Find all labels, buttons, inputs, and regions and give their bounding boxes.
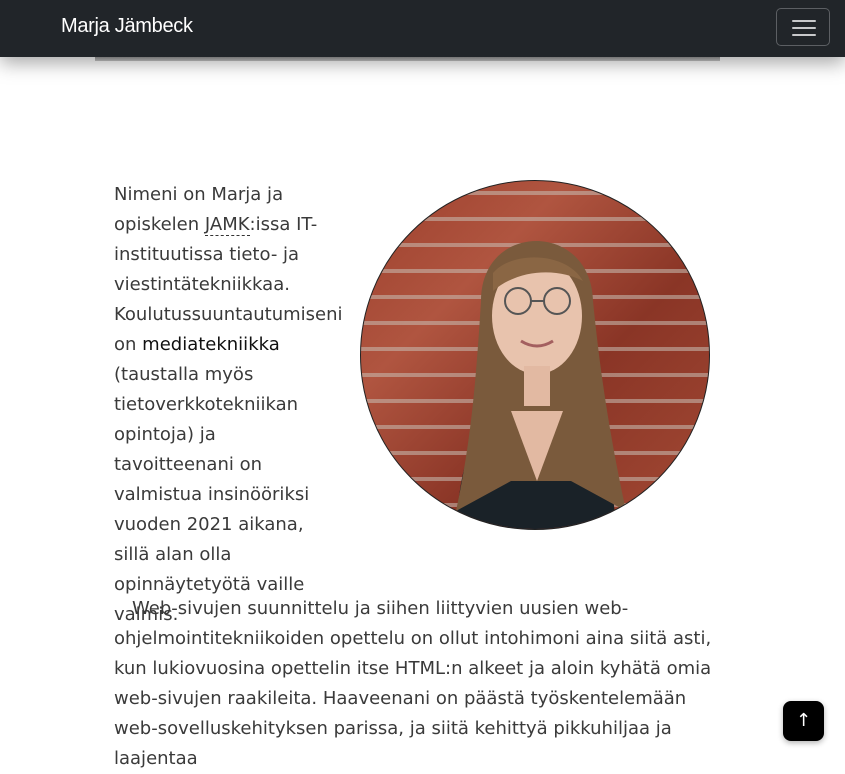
intro-paragraph: Nimeni on Marja ja opiskelen JAMK:issa I… xyxy=(114,180,343,630)
arrow-up-icon: ↑ xyxy=(795,710,812,731)
body-paragraph: Web-sivujen suunnittelu ja siihen liitty… xyxy=(114,594,714,774)
intro-text-3: (taustalla myös tietoverkkotekniikan opi… xyxy=(114,364,310,625)
portrait-illustration xyxy=(456,241,626,529)
jamk-abbreviation[interactable]: JAMK xyxy=(204,214,250,236)
mediatekniikka-highlight: mediatekniikka xyxy=(142,334,280,355)
body-paragraph-text: Web-sivujen suunnittelu ja siihen liitty… xyxy=(114,598,712,769)
navbar: Marja Jämbeck xyxy=(0,0,845,57)
back-to-top-button[interactable]: ↑ xyxy=(783,701,824,741)
portrait-photo xyxy=(360,180,710,530)
brand-link[interactable]: Marja Jämbeck xyxy=(61,15,193,38)
menu-toggle-button[interactable] xyxy=(776,8,830,46)
